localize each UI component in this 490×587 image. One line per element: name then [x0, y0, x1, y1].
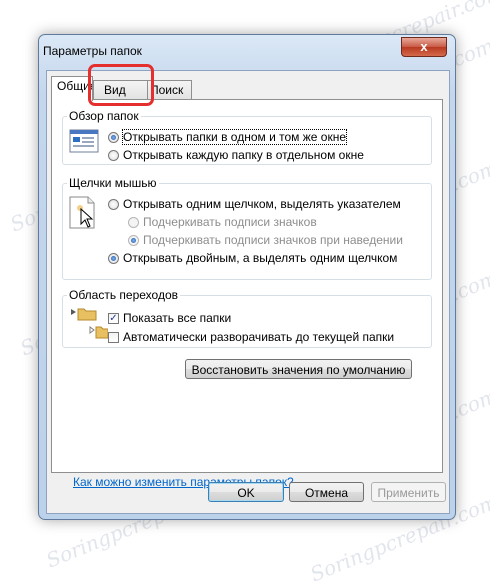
radio-underline-hover[interactable] [128, 234, 139, 246]
mouse-clicks-legend: Щелчки мышью [69, 176, 157, 190]
browse-folders-legend: Обзор папок [69, 109, 139, 123]
option-same-window-label: Открывать папки в одном и том же окне [122, 129, 347, 145]
restore-defaults-button[interactable]: Восстановить значения по умолчанию [185, 359, 412, 379]
option-same-window[interactable]: Открывать папки в одном и том же окне [108, 129, 347, 145]
radio-same-window[interactable] [108, 131, 119, 143]
mouse-click-icon [68, 196, 98, 233]
option-underline-hover-label: Подчеркивать подписи значков при наведен… [143, 233, 403, 247]
checkbox-show-all-folders[interactable]: ✓ [108, 312, 119, 324]
radio-double-click[interactable] [108, 252, 119, 264]
navigation-pane-legend: Область переходов [69, 288, 179, 302]
option-underline-always[interactable]: Подчеркивать подписи значков [128, 215, 317, 229]
ok-button[interactable]: OK [208, 482, 284, 502]
option-single-click[interactable]: Открывать одним щелчком, выделять указат… [108, 197, 401, 211]
option-separate-window[interactable]: Открывать каждую папку в отдельном окне [108, 148, 364, 162]
radio-separate-window[interactable] [108, 149, 119, 161]
option-single-click-label: Открывать одним щелчком, выделять указат… [123, 197, 401, 211]
checkbox-auto-expand[interactable] [108, 331, 119, 343]
dialog-client-area: Общие Вид Поиск Обзор папок Открывать па… [46, 70, 450, 514]
option-underline-hover[interactable]: Подчеркивать подписи значков при наведен… [128, 233, 403, 247]
general-tab-panel: Обзор папок Открывать папки в одном и то… [51, 99, 443, 489]
tab-view[interactable]: Вид [93, 80, 148, 100]
option-underline-always-label: Подчеркивать подписи значков [143, 215, 317, 229]
cancel-button[interactable]: Отмена [289, 482, 364, 502]
option-double-click-label: Открывать двойным, а выделять одним щелч… [123, 251, 398, 265]
folder-options-dialog: Параметры папок x Общие Вид Поиск Обзор … [38, 34, 456, 520]
option-auto-expand[interactable]: Автоматически разворачивать до текущей п… [108, 330, 394, 344]
browse-folders-icon [69, 128, 99, 157]
option-show-all-folders[interactable]: ✓ Показать все папки [108, 311, 231, 325]
option-separate-window-label: Открывать каждую папку в отдельном окне [123, 148, 364, 162]
tab-search[interactable]: Поиск [147, 80, 192, 100]
nav-tree-icon [68, 306, 109, 345]
option-double-click[interactable]: Открывать двойным, а выделять одним щелч… [108, 251, 397, 265]
radio-underline-always[interactable] [128, 216, 139, 228]
close-button[interactable]: x [401, 37, 447, 57]
dialog-title: Параметры папок [43, 44, 142, 58]
option-auto-expand-label: Автоматически разворачивать до текущей п… [123, 330, 395, 344]
option-show-all-folders-label: Показать все папки [123, 311, 232, 325]
tab-general[interactable]: Общие [51, 76, 93, 101]
apply-button[interactable]: Применить [371, 482, 446, 502]
radio-single-click[interactable] [108, 198, 119, 210]
